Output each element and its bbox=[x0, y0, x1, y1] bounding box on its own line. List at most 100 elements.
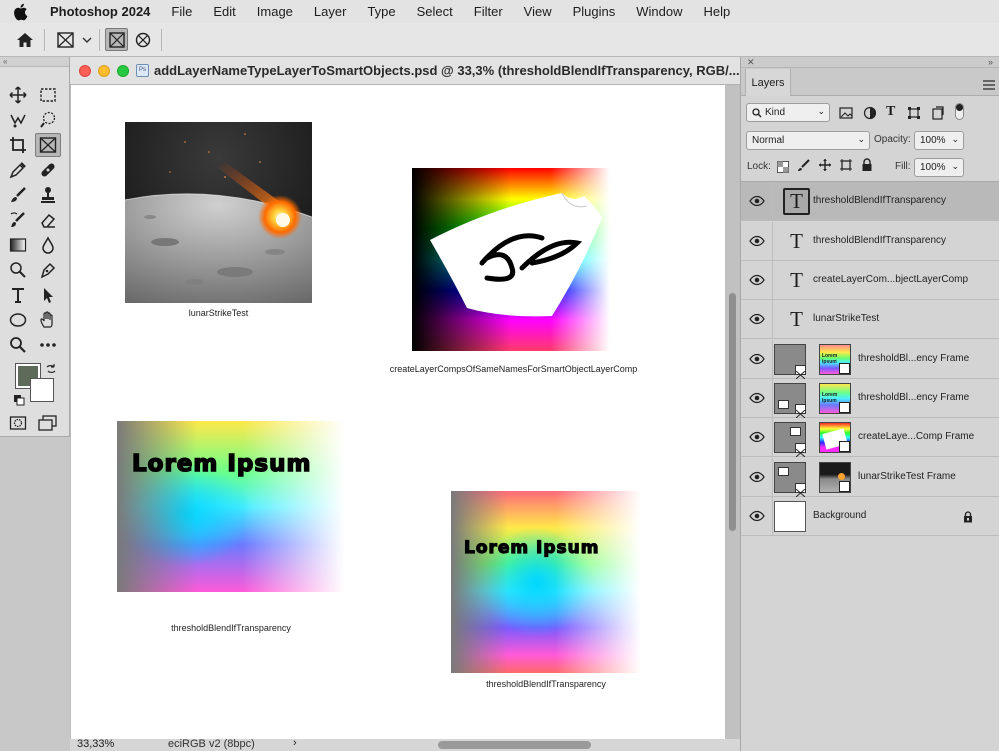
rectangular-frame-button[interactable] bbox=[105, 28, 128, 51]
filter-kind-select[interactable]: Kind ⌄ bbox=[746, 103, 830, 122]
lock-image-icon[interactable] bbox=[797, 159, 810, 177]
layer-name: thresholdBlendIfTransparency bbox=[813, 195, 947, 206]
layer-row[interactable]: T lunarStrikeTest bbox=[741, 300, 999, 339]
type-tool-icon[interactable] bbox=[5, 283, 31, 307]
layer-row[interactable]: Lorem Ipsum thresholdBl...ency Frame bbox=[741, 379, 999, 419]
panel-menu-icon[interactable] bbox=[983, 77, 995, 95]
visibility-eye-icon[interactable] bbox=[749, 352, 765, 366]
visibility-eye-icon[interactable] bbox=[749, 312, 765, 326]
menu-filter[interactable]: Filter bbox=[474, 4, 503, 19]
marquee-tool-icon[interactable] bbox=[35, 83, 61, 107]
layer-row[interactable]: createLaye...Comp Frame bbox=[741, 418, 999, 458]
eraser-tool-icon[interactable] bbox=[35, 208, 61, 232]
clone-stamp-tool-icon[interactable] bbox=[35, 183, 61, 207]
menu-help[interactable]: Help bbox=[704, 4, 731, 19]
layer-row[interactable]: T thresholdBlendIfTransparency bbox=[741, 182, 999, 221]
crop-tool-icon[interactable] bbox=[5, 133, 31, 157]
visibility-eye-icon[interactable] bbox=[749, 234, 765, 248]
threshold-left-image[interactable]: Lorem Ipsum bbox=[117, 421, 345, 592]
menu-select[interactable]: Select bbox=[417, 4, 453, 19]
dodge-tool-icon[interactable] bbox=[5, 258, 31, 282]
filter-shape-icon[interactable] bbox=[907, 106, 921, 125]
filter-kind-value: Kind bbox=[765, 107, 786, 118]
tab-layers[interactable]: Layers bbox=[745, 69, 791, 96]
panel-grip[interactable]: ✕ » bbox=[741, 57, 999, 68]
app-menu[interactable]: Photoshop 2024 bbox=[50, 4, 150, 19]
layer-row[interactable]: Background bbox=[741, 497, 999, 536]
zoom-level[interactable]: 33,33% bbox=[77, 738, 114, 750]
visibility-eye-icon[interactable] bbox=[749, 391, 765, 405]
ellipse-tool-icon[interactable] bbox=[5, 308, 31, 332]
visibility-eye-icon[interactable] bbox=[749, 194, 765, 208]
horizontal-scroll-thumb[interactable] bbox=[438, 741, 591, 749]
minimize-window-button[interactable] bbox=[98, 65, 110, 77]
frame-tool-icon[interactable] bbox=[35, 133, 61, 157]
quick-mask-icon[interactable] bbox=[5, 411, 31, 435]
blur-tool-icon[interactable] bbox=[35, 233, 61, 257]
move-tool-icon[interactable] bbox=[5, 83, 31, 107]
menu-file[interactable]: File bbox=[171, 4, 192, 19]
layer-row[interactable]: T createLayerCom...bjectLayerComp bbox=[741, 261, 999, 300]
caption-comps: createLayerCompsOfSameNamesForSmartObjec… bbox=[389, 364, 638, 374]
close-window-button[interactable] bbox=[79, 65, 91, 77]
menu-type[interactable]: Type bbox=[367, 4, 395, 19]
apple-icon[interactable] bbox=[12, 3, 30, 21]
quick-selection-tool-icon[interactable] bbox=[35, 108, 61, 132]
path-selection-tool-icon[interactable] bbox=[35, 283, 61, 307]
zoom-window-button[interactable] bbox=[117, 65, 129, 77]
menu-image[interactable]: Image bbox=[257, 4, 293, 19]
lasso-tool-icon[interactable] bbox=[5, 108, 31, 132]
layer-comps-image[interactable] bbox=[412, 168, 610, 351]
screen-mode-icon[interactable] bbox=[35, 411, 61, 435]
visibility-eye-icon[interactable] bbox=[749, 509, 765, 523]
layer-row[interactable]: T thresholdBlendIfTransparency bbox=[741, 222, 999, 261]
brush-tool-icon[interactable] bbox=[5, 183, 31, 207]
blend-mode-select[interactable]: Normal ⌄ bbox=[746, 131, 870, 150]
lock-position-icon[interactable] bbox=[818, 158, 832, 177]
vertical-scroll-thumb[interactable] bbox=[729, 293, 736, 531]
menu-plugins[interactable]: Plugins bbox=[573, 4, 616, 19]
canvas[interactable]: lunarStrike​Test createLayerCompsOfSameN… bbox=[71, 85, 725, 739]
status-menu-arrow[interactable]: › bbox=[293, 737, 297, 749]
filter-pixel-icon[interactable] bbox=[839, 106, 853, 125]
history-brush-tool-icon[interactable] bbox=[5, 208, 31, 232]
more-tools-icon[interactable] bbox=[35, 333, 61, 357]
layer-row[interactable]: lunarStrikeTest Frame bbox=[741, 458, 999, 498]
zoom-tool-icon[interactable] bbox=[5, 333, 31, 357]
layer-row[interactable]: Lorem Ipsum thresholdBl...ency Frame bbox=[741, 340, 999, 380]
filter-adjustment-icon[interactable] bbox=[863, 106, 877, 125]
menu-view[interactable]: View bbox=[524, 4, 552, 19]
menu-window[interactable]: Window bbox=[636, 4, 682, 19]
threshold-right-image[interactable]: Lorem Ipsum bbox=[451, 491, 641, 673]
vertical-scrollbar[interactable] bbox=[725, 85, 740, 739]
gradient-tool-icon[interactable] bbox=[5, 233, 31, 257]
eyedropper-tool-icon[interactable] bbox=[5, 158, 31, 182]
lock-icon[interactable] bbox=[963, 510, 973, 528]
fill-value: 100% bbox=[920, 162, 946, 173]
visibility-eye-icon[interactable] bbox=[749, 430, 765, 444]
opacity-field[interactable]: 100% ⌄ bbox=[914, 131, 964, 150]
filter-smart-object-icon[interactable] bbox=[931, 106, 945, 125]
filter-type-icon[interactable]: T bbox=[886, 104, 895, 120]
document-tab[interactable]: Ps addLayerNameTypeLayerToSmartObjects.p… bbox=[70, 57, 740, 85]
filter-toggle[interactable] bbox=[955, 103, 964, 120]
tools-panel-grip[interactable]: « bbox=[0, 57, 69, 67]
menu-edit[interactable]: Edit bbox=[213, 4, 235, 19]
menu-layer[interactable]: Layer bbox=[314, 4, 347, 19]
lock-transparent-icon[interactable] bbox=[777, 160, 789, 178]
lunar-strike-image[interactable] bbox=[125, 122, 312, 303]
lock-all-icon[interactable] bbox=[861, 158, 873, 177]
healing-brush-tool-icon[interactable] bbox=[35, 158, 61, 182]
swap-colors-icon[interactable] bbox=[45, 362, 57, 380]
visibility-eye-icon[interactable] bbox=[749, 470, 765, 484]
default-colors-icon[interactable] bbox=[13, 393, 25, 411]
elliptical-frame-button[interactable] bbox=[131, 28, 154, 51]
visibility-eye-icon[interactable] bbox=[749, 273, 765, 287]
home-icon[interactable] bbox=[14, 30, 36, 50]
hand-tool-icon[interactable] bbox=[35, 308, 61, 332]
background-color-swatch[interactable] bbox=[30, 378, 54, 402]
frame-tool-preset-picker[interactable] bbox=[54, 30, 94, 50]
pen-tool-icon[interactable] bbox=[35, 258, 61, 282]
lock-artboard-icon[interactable] bbox=[839, 158, 853, 177]
fill-field[interactable]: 100% ⌄ bbox=[914, 158, 964, 177]
